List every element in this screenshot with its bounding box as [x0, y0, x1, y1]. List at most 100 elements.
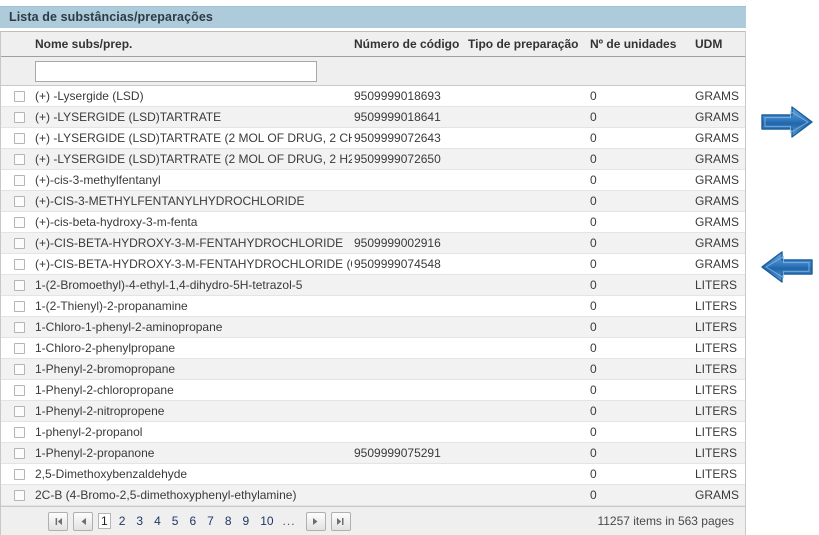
- row-checkbox[interactable]: [14, 448, 25, 460]
- row-code: [352, 484, 466, 506]
- column-header-type[interactable]: Tipo de preparação: [466, 32, 588, 57]
- row-checkbox[interactable]: [14, 154, 25, 166]
- table-row[interactable]: (+)-CIS-BETA-HYDROXY-3-M-FENTAHYDROCHLOR…: [1, 253, 745, 275]
- table-row[interactable]: 1-(2-Bromoethyl)-4-ethyl-1,4-dihydro-5H-…: [1, 274, 745, 296]
- row-select-cell[interactable]: [1, 442, 31, 464]
- row-checkbox[interactable]: [14, 490, 25, 502]
- table-row[interactable]: (+)-cis-beta-hydroxy-3-m-fenta 0 GRAMS: [1, 211, 745, 233]
- table-row[interactable]: (+) -LYSERGIDE (LSD)TARTRATE 950999901864…: [1, 106, 745, 128]
- table-row[interactable]: 1-Chloro-2-phenylpropane 0 LITERS: [1, 337, 745, 359]
- row-select-cell[interactable]: [1, 169, 31, 191]
- row-select-cell[interactable]: [1, 484, 31, 506]
- row-select-cell[interactable]: [1, 190, 31, 212]
- row-select-cell[interactable]: [1, 400, 31, 422]
- table-row[interactable]: (+) -Lysergide (LSD) 9509999018693 0 GRAMS: [1, 85, 745, 107]
- table-row[interactable]: 1-Phenyl-2-propanone 9509999075291 0 LITERS: [1, 442, 745, 464]
- row-checkbox[interactable]: [14, 91, 25, 103]
- row-code: [352, 400, 466, 422]
- row-select-cell[interactable]: [1, 358, 31, 380]
- row-select-cell[interactable]: [1, 127, 31, 149]
- row-select-cell[interactable]: [1, 253, 31, 275]
- row-checkbox[interactable]: [14, 217, 25, 229]
- row-select-cell[interactable]: [1, 295, 31, 317]
- row-select-cell[interactable]: [1, 316, 31, 338]
- row-select-cell[interactable]: [1, 211, 31, 233]
- arrow-left-icon[interactable]: [759, 249, 815, 285]
- column-header-name[interactable]: Nome subs/prep.: [31, 32, 352, 57]
- row-select-cell[interactable]: [1, 232, 31, 254]
- page-link-9[interactable]: 9: [240, 513, 253, 529]
- page-ellipsis[interactable]: ...: [283, 514, 296, 528]
- table-row[interactable]: 1-(2-Thienyl)-2-propanamine 0 LITERS: [1, 295, 745, 317]
- table-header: Nome subs/prep. Número de código Tipo de…: [1, 32, 745, 86]
- arrow-right-icon[interactable]: [759, 104, 815, 140]
- page-link-10[interactable]: 10: [257, 513, 276, 529]
- row-type: [466, 190, 588, 212]
- row-select-cell[interactable]: [1, 274, 31, 296]
- table-row[interactable]: (+)-CIS-3-METHYLFENTANYLHYDROCHLORIDE 0 GR…: [1, 190, 745, 212]
- row-units: 0: [588, 484, 693, 506]
- page-title: Lista de substâncias/preparações: [9, 10, 213, 24]
- page-link-8[interactable]: 8: [222, 513, 235, 529]
- row-select-cell[interactable]: [1, 463, 31, 485]
- table-row[interactable]: 1-Phenyl-2-nitropropene 0 LITERS: [1, 400, 745, 422]
- row-checkbox[interactable]: [14, 133, 25, 145]
- row-select-cell[interactable]: [1, 379, 31, 401]
- previous-page-button[interactable]: [73, 511, 93, 531]
- row-checkbox[interactable]: [14, 343, 25, 355]
- row-select-cell[interactable]: [1, 337, 31, 359]
- row-type: [466, 484, 588, 506]
- table-row[interactable]: 1-Phenyl-2-bromopropane 0 LITERS: [1, 358, 745, 380]
- column-header-code[interactable]: Número de código: [352, 32, 466, 57]
- row-checkbox[interactable]: [14, 427, 25, 439]
- page-link-5[interactable]: 5: [169, 513, 182, 529]
- table-row[interactable]: (+) -LYSERGIDE (LSD)TARTRATE (2 MOL OF D…: [1, 127, 745, 149]
- row-udm: LITERS: [693, 442, 745, 464]
- row-checkbox[interactable]: [14, 280, 25, 292]
- row-checkbox[interactable]: [14, 112, 25, 124]
- row-checkbox[interactable]: [14, 259, 25, 271]
- table-row[interactable]: (+)-CIS-BETA-HYDROXY-3-M-FENTAHYDROCHLOR…: [1, 232, 745, 254]
- row-checkbox[interactable]: [14, 238, 25, 250]
- first-page-button[interactable]: [48, 511, 68, 531]
- next-page-button[interactable]: [305, 511, 326, 531]
- row-checkbox[interactable]: [14, 175, 25, 187]
- row-name: 1-phenyl-2-propanol: [31, 421, 352, 443]
- row-code: [352, 190, 466, 212]
- row-checkbox[interactable]: [14, 469, 25, 481]
- row-select-cell[interactable]: [1, 106, 31, 128]
- table-row[interactable]: (+)-cis-3-methylfentanyl 0 GRAMS: [1, 169, 745, 191]
- row-name: (+)-cis-3-methylfentanyl: [31, 169, 352, 191]
- table-row[interactable]: 2C-B (4-Bromo-2,5-dimethoxyphenyl-ethyla…: [1, 484, 745, 506]
- page-link-6[interactable]: 6: [186, 513, 199, 529]
- row-select-cell[interactable]: [1, 85, 31, 107]
- name-filter-input[interactable]: [35, 60, 317, 82]
- row-checkbox[interactable]: [14, 385, 25, 397]
- page-link-4[interactable]: 4: [151, 513, 164, 529]
- row-checkbox[interactable]: [14, 196, 25, 208]
- table-row[interactable]: 1-Phenyl-2-chloropropane 0 LITERS: [1, 379, 745, 401]
- row-code: [352, 211, 466, 233]
- row-name: (+)-cis-beta-hydroxy-3-m-fenta: [31, 211, 352, 233]
- column-header-units[interactable]: Nº de unidades: [588, 32, 693, 57]
- row-checkbox[interactable]: [14, 406, 25, 418]
- last-page-button[interactable]: [330, 511, 351, 531]
- column-header-udm[interactable]: UDM: [693, 32, 745, 57]
- row-checkbox[interactable]: [14, 301, 25, 313]
- row-select-cell[interactable]: [1, 148, 31, 170]
- page-link-2[interactable]: 2: [116, 513, 129, 529]
- table-row[interactable]: 2,5-Dimethoxybenzaldehyde 0 LITERS: [1, 463, 745, 485]
- row-checkbox[interactable]: [14, 364, 25, 376]
- page-link-1[interactable]: 1: [98, 513, 111, 529]
- table-row[interactable]: (+) -LYSERGIDE (LSD)TARTRATE (2 MOL OF D…: [1, 148, 745, 170]
- row-checkbox[interactable]: [14, 322, 25, 334]
- page-link-7[interactable]: 7: [204, 513, 217, 529]
- row-udm: GRAMS: [693, 232, 745, 254]
- row-udm: GRAMS: [693, 211, 745, 233]
- table-row[interactable]: 1-phenyl-2-propanol 0 LITERS: [1, 421, 745, 443]
- row-units: 0: [588, 190, 693, 212]
- page-link-3[interactable]: 3: [133, 513, 146, 529]
- table-row[interactable]: 1-Chloro-1-phenyl-2-aminopropane 0 LITERS: [1, 316, 745, 338]
- row-code: [352, 379, 466, 401]
- row-select-cell[interactable]: [1, 421, 31, 443]
